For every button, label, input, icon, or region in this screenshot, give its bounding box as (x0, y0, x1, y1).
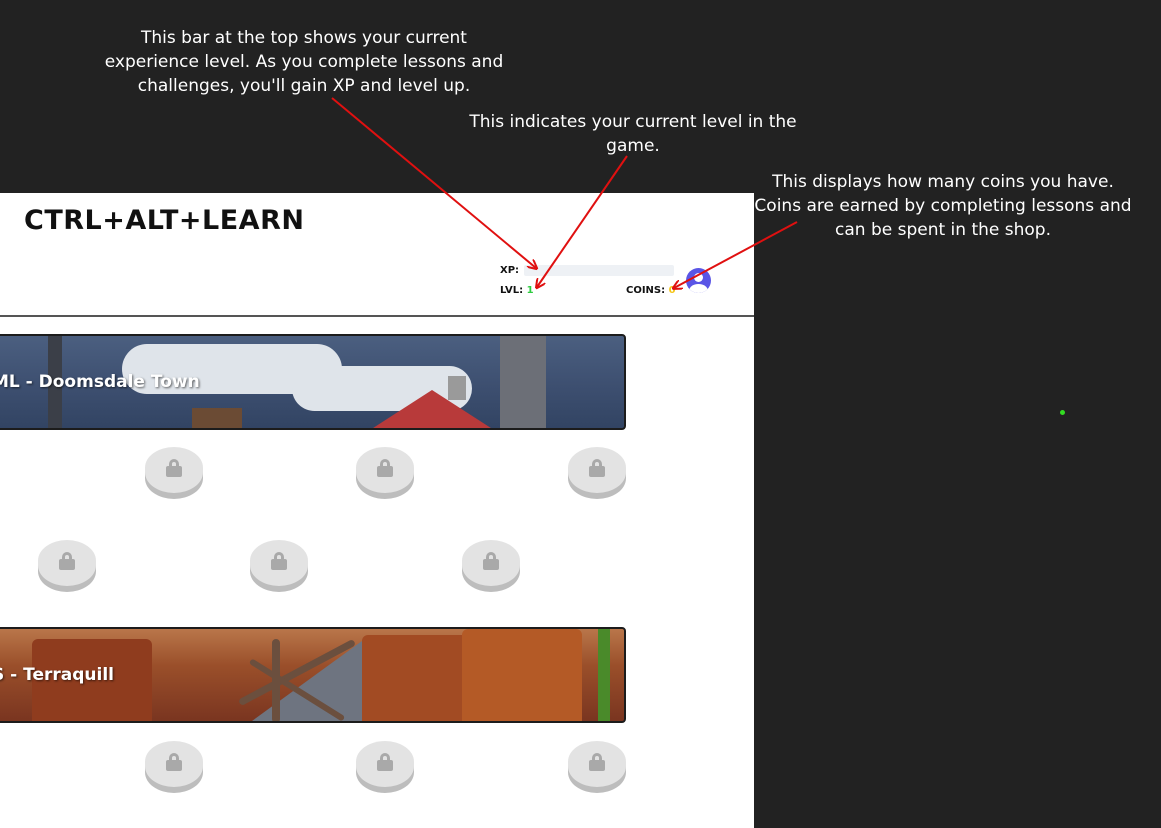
coins-label: COINS: (626, 285, 666, 296)
locked-lesson-button[interactable] (568, 741, 626, 787)
locked-lesson-button[interactable] (568, 447, 626, 493)
xp-progress-bar (524, 265, 674, 276)
cursor-dot (1060, 410, 1065, 415)
world-banner-2[interactable]: S - Terraquill (0, 627, 626, 723)
lock-body-shape (589, 466, 605, 477)
top-bar: CTRL+ALT+LEARN XP: LVL: 1 COINS: 0 (0, 193, 754, 317)
lock-body-shape (377, 466, 393, 477)
rock-pillar-decoration (500, 336, 546, 428)
lock-body-shape (271, 559, 287, 570)
xp-label: XP: (500, 265, 520, 276)
level-label: LVL: (500, 285, 524, 296)
locked-lesson-button[interactable] (356, 447, 414, 493)
lock-body-shape (377, 760, 393, 771)
level-value: 1 (526, 285, 534, 296)
lock-icon (377, 459, 393, 477)
app-logo[interactable]: CTRL+ALT+LEARN (24, 205, 304, 236)
annotation-level: This indicates your current level in the… (469, 112, 797, 156)
lock-icon (589, 753, 605, 771)
lock-body-shape (166, 760, 182, 771)
lock-icon (166, 459, 182, 477)
lock-body-shape (589, 760, 605, 771)
world-banner-1[interactable]: ML - Doomsdale Town (0, 334, 626, 430)
tree-trunk-decoration (272, 639, 280, 721)
level-display: LVL: 1 (500, 285, 534, 296)
chimney-decoration (448, 376, 466, 400)
coins-display: COINS: 0 (626, 285, 676, 296)
player-stats: XP: LVL: 1 COINS: 0 (500, 263, 680, 303)
house-roof-decoration (370, 390, 494, 428)
locked-lesson-button[interactable] (462, 540, 520, 586)
coins-value: 0 (668, 285, 676, 296)
user-avatar-icon[interactable] (686, 268, 711, 293)
app-window: CTRL+ALT+LEARN XP: LVL: 1 COINS: 0 ML - … (0, 193, 754, 828)
lock-body-shape (483, 559, 499, 570)
vine-decoration (598, 629, 610, 721)
lock-icon (59, 552, 75, 570)
lock-icon (377, 753, 393, 771)
locked-lesson-button[interactable] (38, 540, 96, 586)
lock-icon (271, 552, 287, 570)
lock-body-shape (59, 559, 75, 570)
annotation-xp: This bar at the top shows your current e… (104, 28, 504, 96)
lock-icon (589, 459, 605, 477)
house-decoration (192, 408, 242, 428)
world-title: S - Terraquill (0, 665, 114, 685)
locked-lesson-button[interactable] (145, 741, 203, 787)
annotation-coins: This displays how many coins you have. C… (754, 172, 1132, 240)
canyon-rock-decoration (362, 635, 472, 721)
avatar-head-shape (694, 273, 703, 282)
lock-body-shape (166, 466, 182, 477)
avatar-body-shape (689, 284, 708, 293)
world-title: ML - Doomsdale Town (0, 372, 200, 392)
locked-lesson-button[interactable] (356, 741, 414, 787)
locked-lesson-button[interactable] (145, 447, 203, 493)
canyon-rock-decoration (462, 629, 582, 721)
locked-lesson-button[interactable] (250, 540, 308, 586)
lock-icon (166, 753, 182, 771)
lock-icon (483, 552, 499, 570)
